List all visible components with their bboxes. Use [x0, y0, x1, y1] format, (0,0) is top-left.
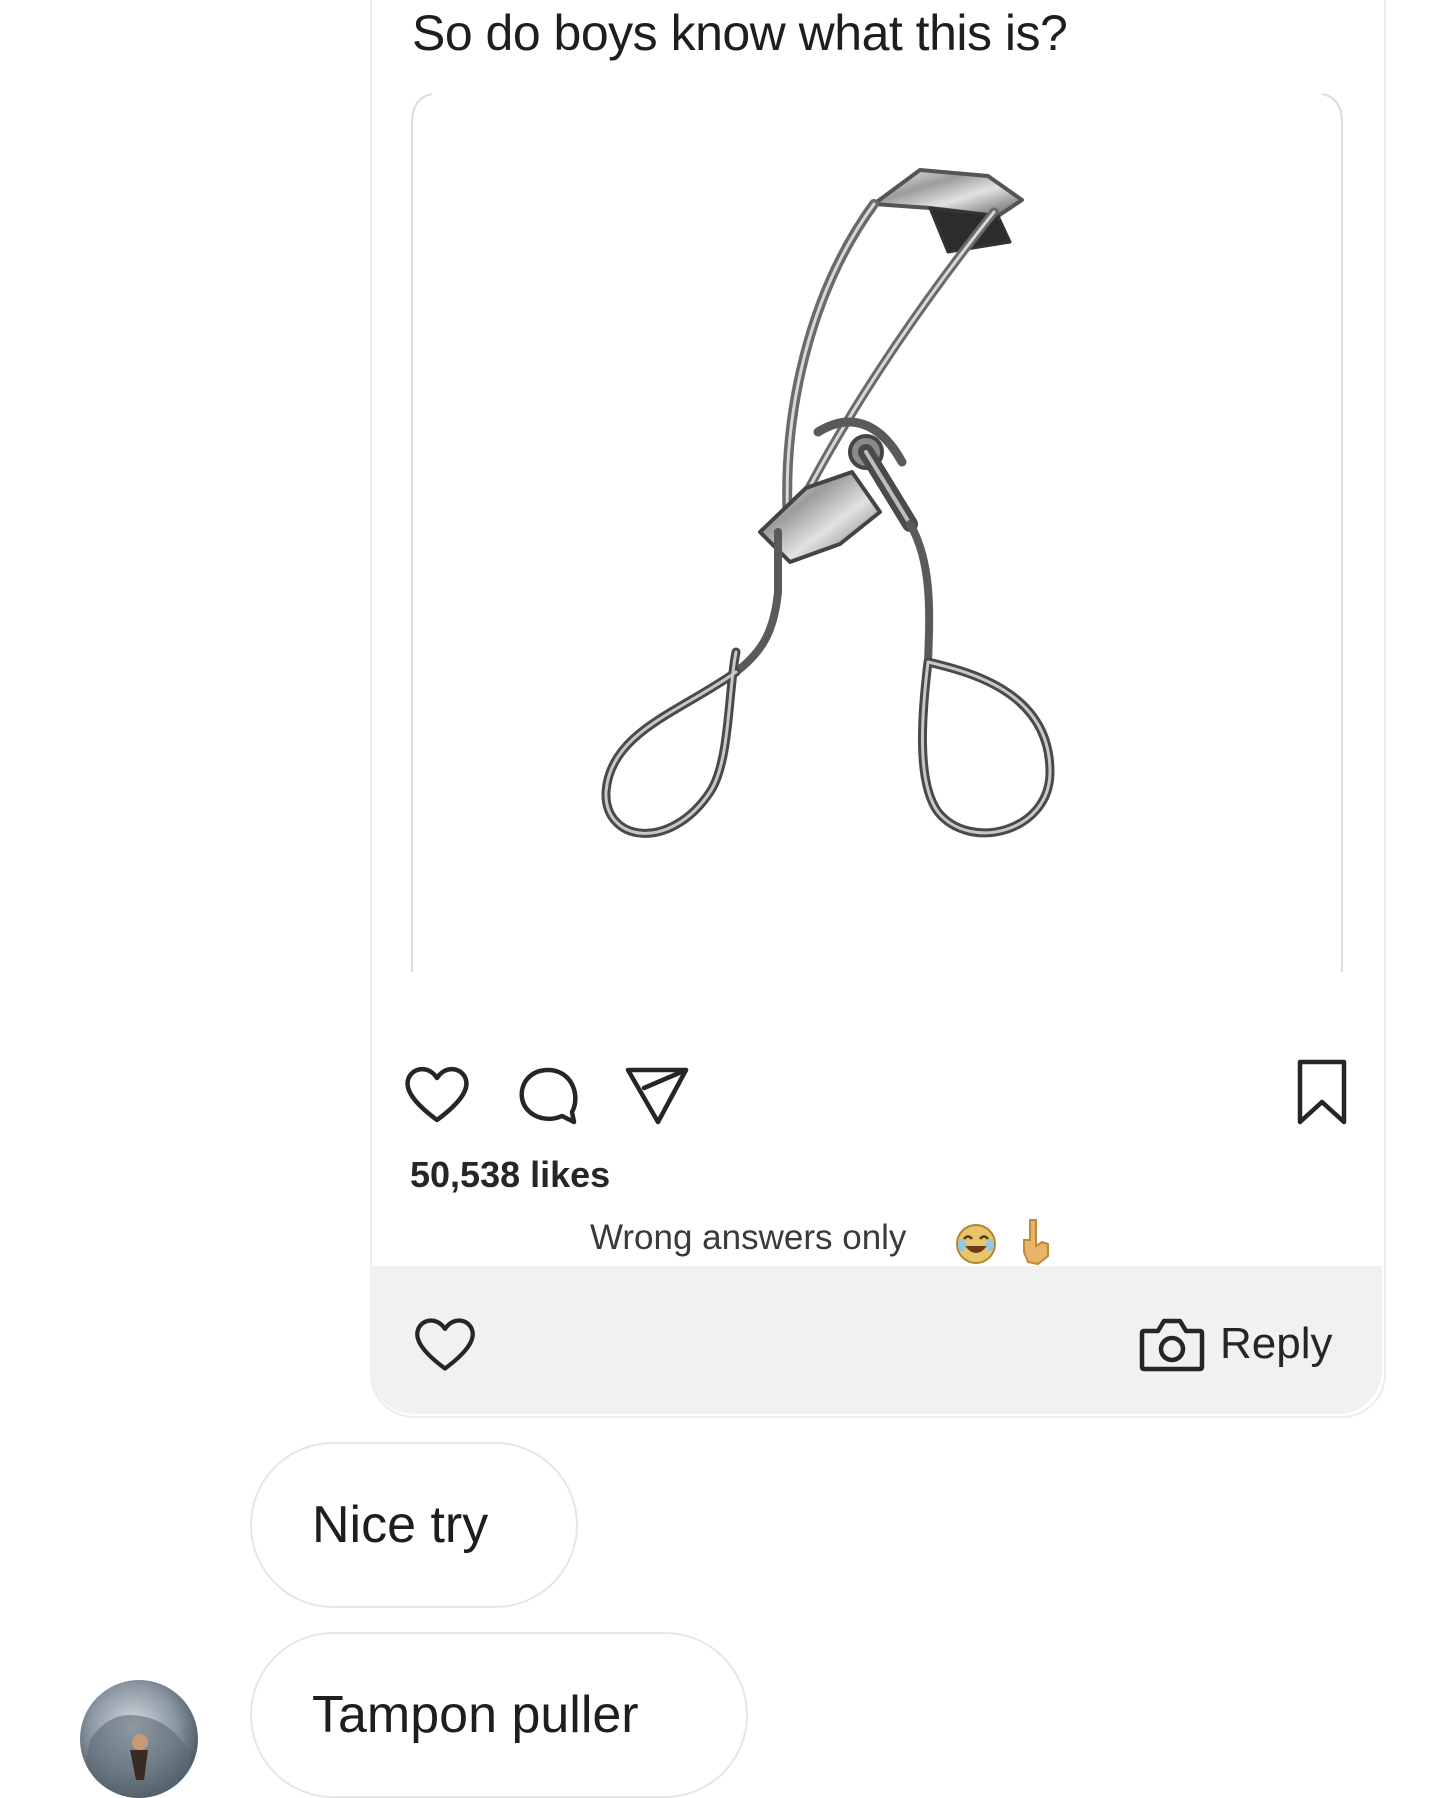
- avatar[interactable]: [80, 1680, 198, 1798]
- eyelash-curler-illustration: [601, 168, 1055, 838]
- bookmark-icon[interactable]: [1294, 1058, 1350, 1128]
- post-image[interactable]: [410, 92, 1344, 996]
- likes-count: 50,538 likes: [410, 1154, 611, 1195]
- image-frame-edge-right: [1321, 93, 1343, 972]
- reply-label: Reply: [1220, 1319, 1333, 1368]
- message-text: Nice try: [312, 1496, 489, 1554]
- avatar-photo: [80, 1715, 198, 1798]
- message-bubble[interactable]: Tampon puller: [250, 1632, 748, 1798]
- send-icon[interactable]: [624, 1064, 690, 1126]
- camera-icon: [1139, 1318, 1205, 1372]
- message-bubble[interactable]: Nice try: [250, 1442, 578, 1608]
- image-frame-edge-left: [411, 93, 433, 972]
- laughing-face-emoji-icon: [956, 1224, 996, 1264]
- message-text: Tampon puller: [312, 1686, 639, 1744]
- pointing-down-hand-emoji-icon: [1023, 1219, 1049, 1266]
- post-comment: Wrong answers only: [590, 1218, 907, 1257]
- reply-button[interactable]: Reply: [1138, 1314, 1333, 1374]
- post-caption: So do boys know what this is?: [412, 5, 1068, 61]
- comment-icon[interactable]: [516, 1062, 582, 1128]
- heart-icon[interactable]: [402, 1062, 472, 1126]
- reply-heart-icon[interactable]: [412, 1313, 478, 1375]
